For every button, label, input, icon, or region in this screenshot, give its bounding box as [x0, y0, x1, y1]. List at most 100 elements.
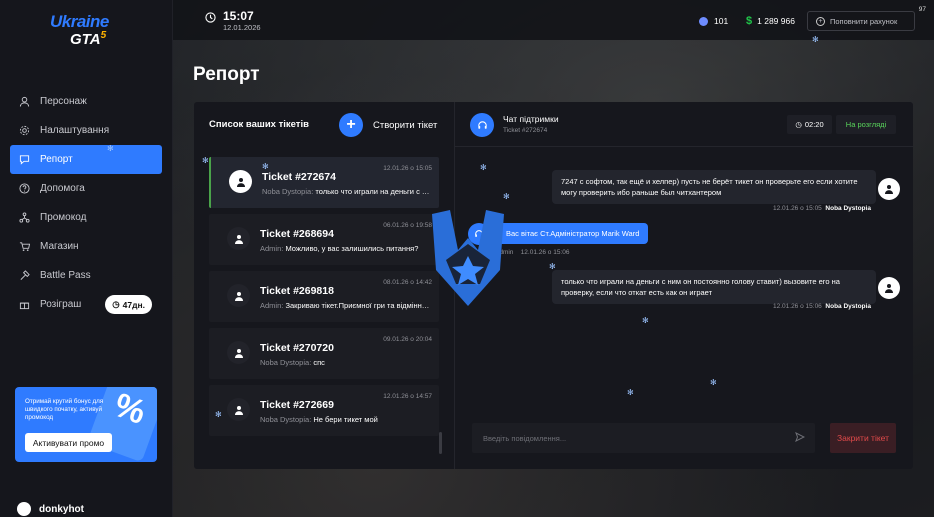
user-avatar-icon — [878, 178, 900, 200]
user-profile[interactable]: donkyhot — [17, 502, 84, 516]
dollar-icon: $ — [746, 15, 753, 27]
ticket-item[interactable]: Ticket #272669 12.01.26 о 14:57 Noba Dys… — [209, 385, 439, 436]
username: donkyhot — [39, 503, 84, 515]
chat-subtitle: Ticket #272674 — [503, 127, 548, 134]
snowflake-icon: ✻ — [812, 35, 819, 44]
sidebar-item-battle-pass[interactable]: Battle Pass — [10, 261, 162, 290]
message-meta: 12.01.26 о 15:05 Noba Dystopia — [773, 205, 871, 212]
snowflake-icon: ✻ — [215, 410, 222, 419]
sidebar-item-shop[interactable]: Магазин — [10, 232, 162, 261]
sidebar-item-label: Battle Pass — [40, 270, 91, 281]
snowflake-icon: ✻ — [642, 316, 649, 325]
person-icon — [18, 96, 30, 108]
ticket-list: Ticket #272674 12.01.26 о 15:05 Noba Dys… — [209, 157, 439, 442]
coin-balance: 101 — [699, 16, 728, 26]
user-avatar-icon — [227, 341, 250, 364]
top-bar: 15:07 12.01.2026 101 $ 1 289 966 + Попов… — [173, 0, 934, 40]
sidebar-item-help[interactable]: Допомога — [10, 174, 162, 203]
chat-message: 7247 с софтом, так ещё и хелпер) пусть н… — [552, 170, 876, 204]
promo-banner: % Отримай крутий бонус для швидкого поча… — [15, 387, 157, 462]
activate-promo-button[interactable]: Активувати промо — [25, 433, 112, 452]
ticket-name: Ticket #269818 — [260, 285, 334, 297]
chat-icon — [18, 154, 30, 166]
cart-icon — [18, 241, 30, 253]
help-icon — [18, 183, 30, 195]
sidebar-item-label: Репорт — [40, 154, 73, 165]
message-input[interactable]: Введіть повідомлення... — [472, 423, 815, 453]
ticket-preview: Admin: Закриваю тікет.Приємної гри та ві… — [260, 301, 430, 310]
sidebar-item-personazh[interactable]: Персонаж — [10, 87, 162, 116]
ticket-preview: Noba Dystopia: Не бери тикет мой — [260, 415, 378, 424]
clock-date: 12.01.2026 — [223, 23, 261, 32]
plus-icon: + — [816, 16, 825, 26]
snowflake-icon: ✻ — [710, 378, 717, 387]
sidebar-item-label: Магазин — [40, 241, 79, 252]
ticket-preview: Noba Dystopia: только что играли на день… — [262, 187, 432, 196]
snowflake-icon: ✻ — [262, 162, 269, 171]
avatar — [17, 502, 31, 516]
report-panel: Список ваших тікетів + Створити тікет Ti… — [194, 102, 913, 469]
ticket-list-scrollbar[interactable] — [439, 432, 442, 454]
ticket-date: 09.01.26 о 20:04 — [383, 336, 432, 343]
clock: 15:07 12.01.2026 — [205, 9, 261, 32]
create-ticket-button[interactable]: + — [339, 113, 363, 137]
headset-icon — [470, 113, 494, 137]
clock-time: 15:07 — [223, 9, 254, 23]
clock-icon: ◷ — [112, 299, 120, 309]
message-bubble: 7247 с софтом, так ещё и хелпер) пусть н… — [552, 170, 876, 204]
money-balance: $ 1 289 966 — [746, 15, 795, 27]
user-avatar-icon — [227, 398, 250, 421]
message-bubble: только что играли на деньги с ним он пос… — [552, 270, 876, 304]
ticket-item[interactable]: Ticket #270720 09.01.26 о 20:04 Noba Dys… — [209, 328, 439, 379]
promo-text: Отримай крутий бонус для швидкого початк… — [25, 398, 104, 421]
ticket-name: Ticket #268694 — [260, 228, 334, 240]
sidebar-nav: Персонаж Налаштування Репорт Допомога Пр… — [10, 87, 162, 319]
tickets-title: Список ваших тікетів — [209, 119, 309, 130]
ticket-date: 12.01.26 о 14:57 — [383, 393, 432, 400]
ticket-name: Ticket #270720 — [260, 342, 334, 354]
close-ticket-button[interactable]: Закрити тікет — [830, 423, 896, 453]
user-avatar-icon — [227, 227, 250, 250]
sidebar-item-label: Налаштування — [40, 125, 110, 136]
ticket-item[interactable]: Ticket #272674 12.01.26 о 15:05 Noba Dys… — [209, 157, 439, 208]
user-avatar-icon — [229, 170, 252, 193]
create-ticket-label[interactable]: Створити тікет — [373, 120, 437, 131]
ticket-name: Ticket #272669 — [260, 399, 334, 411]
snowflake-icon: ✻ — [107, 144, 114, 153]
logo-gta: GTA5 — [70, 30, 107, 48]
gear-icon — [18, 125, 30, 137]
message-input-placeholder: Введіть повідомлення... — [483, 433, 567, 443]
ticket-date: 08.01.26 о 14:42 — [383, 279, 432, 286]
sidebar-item-label: Розіграш — [40, 299, 82, 310]
fps-counter: 97 — [918, 6, 926, 13]
user-avatar-icon — [878, 277, 900, 299]
ticket-date: 06.01.26 о 19:58 — [383, 222, 432, 229]
status-badge: На розгляді — [836, 115, 896, 134]
hammer-icon — [18, 270, 30, 282]
ticket-preview: Noba Dystopia: спс — [260, 358, 325, 367]
user-avatar-icon — [227, 284, 250, 307]
ticket-preview: Admin: Можливо, у вас залишились питання… — [260, 244, 419, 253]
sidebar-item-settings[interactable]: Налаштування — [10, 116, 162, 145]
network-icon — [18, 212, 30, 224]
ticket-item[interactable]: Ticket #269818 08.01.26 о 14:42 Admin: З… — [209, 271, 439, 322]
ticket-item[interactable]: Ticket #268694 06.01.26 о 19:58 Admin: М… — [209, 214, 439, 265]
snowflake-icon: ✻ — [503, 192, 510, 201]
coin-icon — [699, 16, 708, 26]
snowflake-icon: ✻ — [627, 388, 634, 397]
snowflake-icon: ✻ — [480, 163, 487, 172]
sidebar-item-report[interactable]: Репорт — [10, 145, 162, 174]
chat-message: только что играли на деньги с ним он пос… — [552, 270, 876, 304]
page-title: Репорт — [193, 64, 260, 85]
sidebar-item-giveaway[interactable]: Розіграш ◷ 47дн. — [10, 290, 162, 319]
ticket-date: 12.01.26 о 15:05 — [383, 165, 432, 172]
sidebar-item-promocode[interactable]: Промокод — [10, 203, 162, 232]
send-icon[interactable] — [795, 432, 805, 442]
tickets-column: Список ваших тікетів + Створити тікет Ti… — [194, 102, 455, 469]
message-bubble: Вас вітає Ст.Адміністратор Marik Ward — [497, 223, 649, 244]
sidebar: Ukraine GTA5 Персонаж Налаштування Репор… — [0, 0, 173, 517]
chat-title: Чат підтримки — [503, 114, 559, 124]
logo-text: Ukraine — [50, 12, 109, 31]
snowflake-icon: ✻ — [202, 156, 209, 165]
topup-button[interactable]: + Поповнити рахунок — [807, 11, 915, 31]
